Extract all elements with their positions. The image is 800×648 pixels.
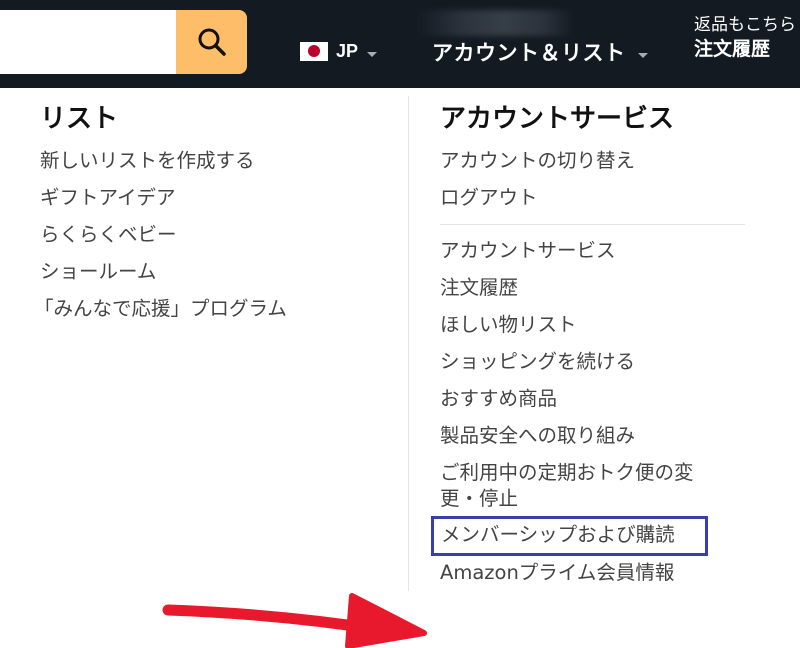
subscribe-save-line2: 更・停止 — [440, 487, 519, 510]
returns-and-orders-link[interactable]: 返品もこちら 注文履歴 — [694, 14, 800, 62]
menu-item-prime-membership[interactable]: Amazonプライム会員情報 — [440, 560, 674, 586]
language-selector[interactable]: JP — [300, 36, 378, 66]
search-icon — [198, 28, 226, 56]
lists-heading: リスト — [40, 104, 119, 134]
subscribe-save-line1: ご利用中の定期おトク便の変 — [440, 461, 694, 484]
menu-item-showroom[interactable]: ショールーム — [40, 259, 156, 285]
account-and-lists-label: アカウント＆リスト — [432, 41, 626, 65]
language-code: JP — [336, 40, 359, 61]
top-navbar: JP アカウント＆リスト 返品もこちら 注文履歴 — [0, 0, 800, 88]
menu-item-create-list[interactable]: 新しいリストを作成する — [40, 148, 255, 174]
menu-item-sign-out[interactable]: ログアウト — [440, 185, 538, 211]
account-services-heading: アカウントサービス — [440, 104, 675, 134]
returns-label: 返品もこちら — [694, 15, 796, 35]
account-and-lists-menu[interactable]: アカウント＆リスト — [432, 36, 648, 68]
menu-item-support-program[interactable]: 「みんなで応援」プログラム — [34, 296, 287, 322]
search-button[interactable] — [176, 10, 247, 74]
orders-label: 注文履歴 — [694, 38, 771, 60]
menu-item-order-history[interactable]: 注文履歴 — [440, 275, 518, 301]
menu-item-baby-registry[interactable]: らくらくベビー — [40, 222, 177, 248]
caret-down-icon — [367, 51, 378, 57]
menu-item-gift-ideas[interactable]: ギフトアイデア — [40, 185, 176, 211]
menu-item-product-safety[interactable]: 製品安全への取り組み — [440, 423, 635, 449]
annotation-arrow-icon — [162, 593, 427, 648]
search-input[interactable] — [0, 10, 176, 74]
menu-item-subscribe-save[interactable]: ご利用中の定期おトク便の変 更・停止 — [440, 460, 694, 512]
blurred-greeting — [415, 10, 575, 36]
menu-item-recommendations[interactable]: おすすめ商品 — [440, 386, 557, 412]
menu-item-switch-account[interactable]: アカウントの切り替え — [440, 148, 635, 174]
section-divider — [440, 224, 745, 225]
menu-item-account-services[interactable]: アカウントサービス — [440, 238, 616, 264]
menu-item-memberships-subscriptions[interactable]: メンバーシップおよび購読 — [441, 522, 675, 548]
menu-item-continue-shopping[interactable]: ショッピングを続ける — [440, 349, 635, 375]
menu-item-wish-list[interactable]: ほしい物リスト — [440, 312, 577, 338]
account-dropdown-panel: リスト 新しいリストを作成する ギフトアイデア らくらくベビー ショールーム 「… — [0, 88, 800, 648]
japan-flag-icon — [300, 41, 328, 61]
column-divider — [408, 96, 409, 591]
caret-down-icon — [637, 52, 648, 58]
